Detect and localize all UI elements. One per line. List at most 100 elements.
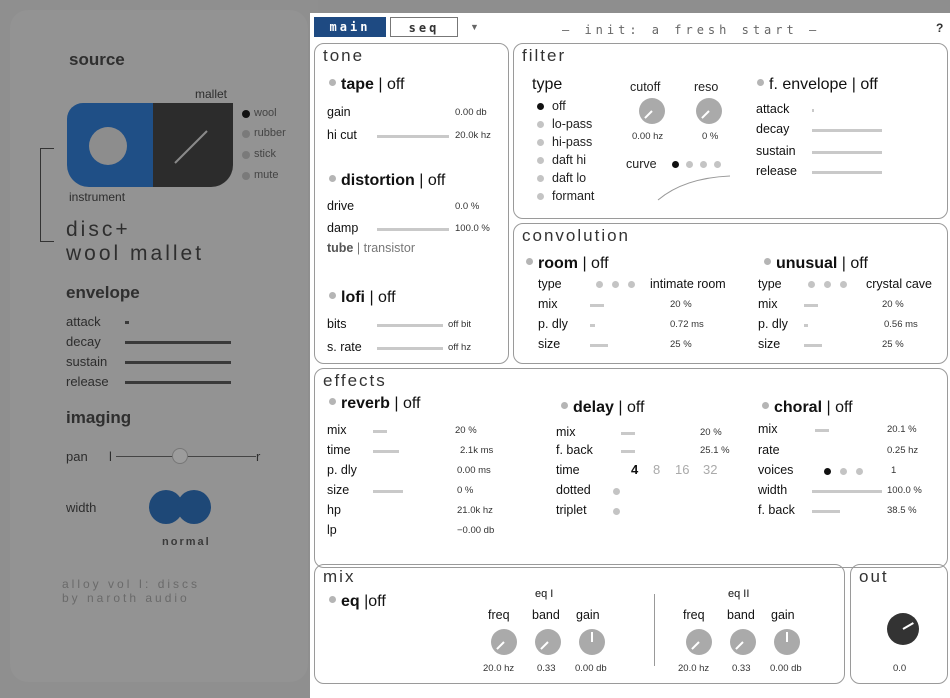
curve-option-4[interactable] <box>714 161 721 168</box>
tab-seq[interactable]: seq <box>390 17 458 37</box>
filter-type-off[interactable]: off <box>552 99 566 113</box>
distortion-damp-slider[interactable] <box>377 228 449 231</box>
filter-type-hipass[interactable]: hi-pass <box>552 135 592 149</box>
delay-toggle[interactable]: delay | off <box>561 399 644 417</box>
eq1-freq-knob[interactable] <box>491 629 517 655</box>
unusual-type-select[interactable] <box>824 281 831 288</box>
lofi-bits-slider[interactable] <box>377 324 443 327</box>
preset-name[interactable]: — init: a fresh start — <box>562 23 820 37</box>
distortion-mode-tube[interactable]: tube <box>327 241 353 255</box>
mallet-radio-mute[interactable] <box>242 172 250 180</box>
curve-option-1[interactable] <box>672 161 679 168</box>
curve-option-3[interactable] <box>700 161 707 168</box>
lofi-toggle[interactable]: lofi | off <box>329 289 396 307</box>
eq-toggle[interactable]: eq |off <box>329 593 386 611</box>
room-type-next[interactable] <box>628 281 635 288</box>
lofi-srate-slider[interactable] <box>377 347 443 350</box>
filter-type-radio-hipass[interactable] <box>537 139 544 146</box>
choral-voices-1[interactable] <box>824 468 831 475</box>
filter-type-dafthi[interactable]: daft hi <box>552 153 586 167</box>
reso-knob[interactable] <box>696 98 722 124</box>
choral-voices-2[interactable] <box>840 468 847 475</box>
instrument-display[interactable] <box>67 103 233 187</box>
convolution-section: convolution room | off type intimate roo… <box>513 223 948 364</box>
choral-mix-slider[interactable] <box>815 429 829 432</box>
room-type-value[interactable]: intimate room <box>650 277 726 291</box>
filter-type-daftlo[interactable]: daft lo <box>552 171 586 185</box>
dropdown-arrow-icon[interactable]: ▼ <box>470 22 479 32</box>
eq1-gain-knob[interactable] <box>579 629 605 655</box>
filter-type-formant[interactable]: formant <box>552 189 594 203</box>
choral-fback-slider[interactable] <box>812 510 840 513</box>
room-type-select[interactable] <box>612 281 619 288</box>
reverb-toggle[interactable]: reverb | off <box>329 395 420 413</box>
unusual-mix-slider[interactable] <box>804 304 818 307</box>
filter-type-radio-formant[interactable] <box>537 193 544 200</box>
env-attack-slider[interactable] <box>125 321 129 324</box>
disc-selector[interactable] <box>67 103 153 187</box>
room-size-slider[interactable] <box>590 344 608 347</box>
mallet-selector[interactable] <box>153 103 233 187</box>
unusual-type-value[interactable]: crystal cave <box>866 277 932 291</box>
reverb-mix-slider[interactable] <box>373 430 387 433</box>
tab-main[interactable]: main <box>314 17 386 37</box>
unusual-size-slider[interactable] <box>804 344 822 347</box>
distortion-mode-transistor[interactable]: transistor <box>364 241 415 255</box>
fenv-sustain-slider[interactable] <box>812 151 882 154</box>
delay-dotted-toggle[interactable] <box>613 488 620 495</box>
delay-time-16[interactable]: 16 <box>675 462 689 477</box>
unusual-toggle[interactable]: unusual | off <box>764 255 868 273</box>
room-mix-slider[interactable] <box>590 304 604 307</box>
fenv-attack-slider[interactable] <box>812 109 814 112</box>
unusual-type-next[interactable] <box>840 281 847 288</box>
choral-voices-3[interactable] <box>856 468 863 475</box>
tape-toggle[interactable]: tape | off <box>329 76 404 94</box>
distortion-mode-switch[interactable]: tube | transistor <box>327 241 415 255</box>
fenv-release-slider[interactable] <box>812 171 882 174</box>
help-button[interactable]: ? <box>936 21 943 35</box>
room-toggle[interactable]: room | off <box>526 255 609 273</box>
fenv-decay-slider[interactable] <box>812 129 882 132</box>
delay-time-4[interactable]: 4 <box>631 462 638 477</box>
tape-hicut-slider[interactable] <box>377 135 449 138</box>
distortion-toggle[interactable]: distortion | off <box>329 172 445 190</box>
room-pdly-slider[interactable] <box>590 324 595 327</box>
filter-type-radio-lopass[interactable] <box>537 121 544 128</box>
delay-time-8[interactable]: 8 <box>653 462 660 477</box>
mallet-option-wool[interactable]: wool <box>254 107 277 119</box>
choral-width-slider[interactable] <box>812 490 882 493</box>
room-type-prev[interactable] <box>596 281 603 288</box>
eq2-band-knob[interactable] <box>730 629 756 655</box>
unusual-type-prev[interactable] <box>808 281 815 288</box>
mallet-option-rubber[interactable]: rubber <box>254 127 286 139</box>
width-circle-right[interactable] <box>177 490 211 524</box>
env-decay-slider[interactable] <box>125 341 231 344</box>
fenv-toggle[interactable]: f. envelope | off <box>757 76 878 94</box>
eq2-freq-knob[interactable] <box>686 629 712 655</box>
pan-slider-handle[interactable] <box>172 448 188 464</box>
cutoff-knob[interactable] <box>639 98 665 124</box>
env-sustain-slider[interactable] <box>125 361 231 364</box>
delay-time-32[interactable]: 32 <box>703 462 717 477</box>
filter-type-radio-off[interactable] <box>537 103 544 110</box>
mallet-option-mute[interactable]: mute <box>254 169 278 181</box>
mallet-radio-rubber[interactable] <box>242 130 250 138</box>
out-knob[interactable] <box>887 613 919 645</box>
filter-type-lopass[interactable]: lo-pass <box>552 117 592 131</box>
mallet-radio-wool[interactable] <box>242 110 250 118</box>
delay-fback-slider[interactable] <box>621 450 635 453</box>
curve-option-2[interactable] <box>686 161 693 168</box>
mallet-radio-stick[interactable] <box>242 151 250 159</box>
filter-type-radio-dafthi[interactable] <box>537 157 544 164</box>
eq1-band-knob[interactable] <box>535 629 561 655</box>
reverb-size-slider[interactable] <box>373 490 403 493</box>
reverb-time-slider[interactable] <box>373 450 399 453</box>
unusual-pdly-slider[interactable] <box>804 324 808 327</box>
mallet-option-stick[interactable]: stick <box>254 148 276 160</box>
delay-mix-slider[interactable] <box>621 432 635 435</box>
delay-triplet-toggle[interactable] <box>613 508 620 515</box>
env-release-slider[interactable] <box>125 381 231 384</box>
filter-type-radio-daftlo[interactable] <box>537 175 544 182</box>
choral-toggle[interactable]: choral | off <box>762 399 853 417</box>
eq2-gain-knob[interactable] <box>774 629 800 655</box>
